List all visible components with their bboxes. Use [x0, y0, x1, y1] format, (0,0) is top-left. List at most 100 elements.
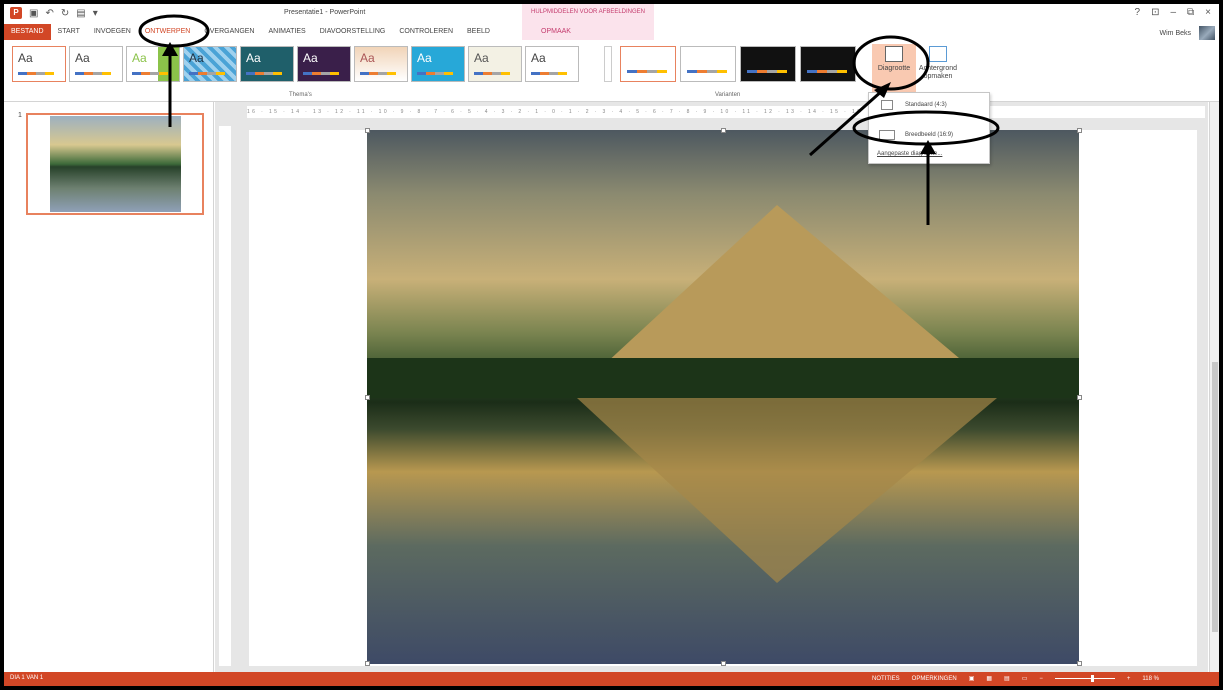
- slide-size-standard-item[interactable]: Standaard (4:3): [869, 97, 989, 113]
- slide-size-label: Diagrootte: [877, 65, 911, 72]
- widescreen-label: Breedbeeld (16:9): [905, 132, 954, 138]
- start-from-beginning-icon[interactable]: ▤: [76, 8, 85, 19]
- variant-3[interactable]: [740, 46, 796, 82]
- vertical-scrollbar[interactable]: [1209, 102, 1219, 672]
- minimize-icon[interactable]: –: [1170, 7, 1176, 18]
- tab-invoegen[interactable]: INVOEGEN: [87, 24, 138, 40]
- tab-animaties[interactable]: ANIMATIES: [262, 24, 313, 40]
- tab-start[interactable]: START: [51, 24, 87, 40]
- title-bar: P ▣ ↶ ↻ ▤ ▾ Presentatie1 - PowerPoint HU…: [4, 4, 1219, 40]
- powerpoint-window: P ▣ ↶ ↻ ▤ ▾ Presentatie1 - PowerPoint HU…: [4, 4, 1219, 686]
- theme-label: Aa: [18, 51, 33, 65]
- slide-size-widescreen-item[interactable]: Breedbeeld (16:9): [869, 127, 989, 143]
- save-icon[interactable]: ▣: [29, 8, 38, 19]
- slide-thumbnail[interactable]: [26, 113, 204, 215]
- tab-ontwerpen[interactable]: ONTWERPEN: [138, 24, 198, 40]
- slide-size-button[interactable]: Diagrootte: [872, 44, 916, 94]
- theme-label: Aa: [360, 51, 375, 65]
- horizontal-ruler: 16 · 15 · 14 · 13 · 12 · 11 · 10 · 9 · 8…: [247, 106, 1205, 118]
- format-background-icon: [929, 46, 947, 62]
- window-controls: ? ⊡ – ⧉ ×: [1135, 7, 1212, 18]
- theme-3[interactable]: Aa: [126, 46, 180, 82]
- themes-group-label: Thema's: [289, 92, 312, 98]
- undo-icon[interactable]: ↶: [45, 8, 53, 19]
- slideshow-icon[interactable]: ▭: [1022, 675, 1028, 682]
- zoom-slider[interactable]: [1054, 675, 1115, 682]
- format-background-button[interactable]: Achtergrond opmaken: [916, 44, 960, 94]
- format-background-label-2: opmaken: [923, 73, 953, 80]
- theme-6[interactable]: Aa: [297, 46, 351, 82]
- theme-label: Aa: [189, 51, 204, 65]
- theme-5[interactable]: Aa: [240, 46, 294, 82]
- tab-overgangen[interactable]: OVERGANGEN: [197, 24, 261, 40]
- tab-diavoorstelling[interactable]: DIAVOORSTELLING: [313, 24, 393, 40]
- theme-label: Aa: [417, 51, 432, 65]
- theme-4[interactable]: Aa: [183, 46, 237, 82]
- variants-gallery: [620, 46, 856, 82]
- tab-controleren[interactable]: CONTROLEREN: [392, 24, 460, 40]
- theme-9[interactable]: Aa: [468, 46, 522, 82]
- custom-slide-size-item[interactable]: Aangepaste diagrootte...: [877, 151, 942, 157]
- variant-2[interactable]: [680, 46, 736, 82]
- ribbon-display-options-icon[interactable]: ⊡: [1151, 7, 1159, 18]
- zoom-out-icon[interactable]: −: [1039, 676, 1043, 682]
- slide-picture[interactable]: [367, 130, 1079, 664]
- theme-2[interactable]: Aa: [69, 46, 123, 82]
- zoom-in-icon[interactable]: +: [1127, 676, 1131, 682]
- resize-handle[interactable]: [365, 395, 370, 400]
- ribbon: Aa Aa Aa Aa Aa Aa Aa Aa Aa Aa Thema's Va…: [4, 40, 1219, 102]
- resize-handle[interactable]: [1077, 661, 1082, 666]
- format-background-label-1: Achtergrond: [918, 65, 958, 72]
- status-controls: NOTITIES OPMERKINGEN ▣ ▦ ▤ ▭ − + 118 %: [872, 675, 1159, 682]
- customize-qat-icon[interactable]: ▾: [93, 8, 98, 19]
- resize-handle[interactable]: [721, 661, 726, 666]
- standard-ratio-icon: [881, 100, 893, 110]
- theme-label: Aa: [303, 51, 318, 65]
- resize-handle[interactable]: [365, 661, 370, 666]
- reading-view-icon[interactable]: ▤: [1004, 675, 1010, 682]
- status-bar: DIA 1 VAN 1 NOTITIES OPMERKINGEN ▣ ▦ ▤ ▭…: [4, 672, 1219, 686]
- slide-counter: DIA 1 VAN 1: [10, 675, 44, 681]
- tab-bestand[interactable]: BESTAND: [4, 24, 51, 40]
- redo-icon[interactable]: ↻: [61, 8, 69, 19]
- theme-office[interactable]: Aa: [12, 46, 66, 82]
- themes-gallery-scroll[interactable]: [604, 46, 612, 82]
- theme-label: Aa: [531, 51, 546, 65]
- zoom-slider-knob[interactable]: [1090, 675, 1094, 682]
- resize-handle[interactable]: [365, 128, 370, 133]
- slide-sorter-icon[interactable]: ▦: [986, 675, 992, 682]
- tab-beeld[interactable]: BEELD: [460, 24, 497, 40]
- theme-label: Aa: [246, 51, 261, 65]
- normal-view-icon[interactable]: ▣: [969, 675, 975, 682]
- theme-7[interactable]: Aa: [354, 46, 408, 82]
- ribbon-tabs: BESTAND START INVOEGEN ONTWERPEN OVERGAN…: [4, 24, 615, 40]
- help-icon[interactable]: ?: [1135, 7, 1141, 18]
- theme-label: Aa: [132, 51, 147, 65]
- slide-thumbnails-pane: 1: [4, 102, 214, 672]
- resize-handle[interactable]: [1077, 128, 1082, 133]
- variant-4[interactable]: [800, 46, 856, 82]
- mountain-reflection-shape: [577, 398, 997, 583]
- variant-1[interactable]: [620, 46, 676, 82]
- treeline-shape: [367, 358, 1079, 398]
- comments-button[interactable]: OPMERKINGEN: [912, 676, 957, 682]
- powerpoint-logo-icon[interactable]: P: [10, 7, 22, 19]
- restore-icon[interactable]: ⧉: [1187, 7, 1194, 18]
- variants-group-label: Varianten: [715, 92, 741, 98]
- resize-handle[interactable]: [721, 128, 726, 133]
- scrollbar-thumb[interactable]: [1212, 362, 1218, 632]
- theme-10[interactable]: Aa: [525, 46, 579, 82]
- close-icon[interactable]: ×: [1205, 7, 1211, 18]
- tab-opmaak[interactable]: OPMAAK: [497, 24, 615, 40]
- slide-size-dropdown: Standaard (4:3) Breedbeeld (16:9) Aangep…: [868, 92, 990, 164]
- zoom-level[interactable]: 118 %: [1142, 676, 1159, 682]
- resize-handle[interactable]: [1077, 395, 1082, 400]
- slide-editor: 16 · 15 · 14 · 13 · 12 · 11 · 10 · 9 · 8…: [215, 102, 1208, 672]
- theme-8[interactable]: Aa: [411, 46, 465, 82]
- notes-button[interactable]: NOTITIES: [872, 676, 900, 682]
- user-name[interactable]: Wim Beks: [1160, 30, 1192, 37]
- thumbnail-image: [50, 116, 181, 212]
- standard-label: Standaard (4:3): [905, 102, 947, 108]
- slide-canvas[interactable]: [249, 128, 1197, 666]
- document-title: Presentatie1 - PowerPoint: [284, 9, 366, 16]
